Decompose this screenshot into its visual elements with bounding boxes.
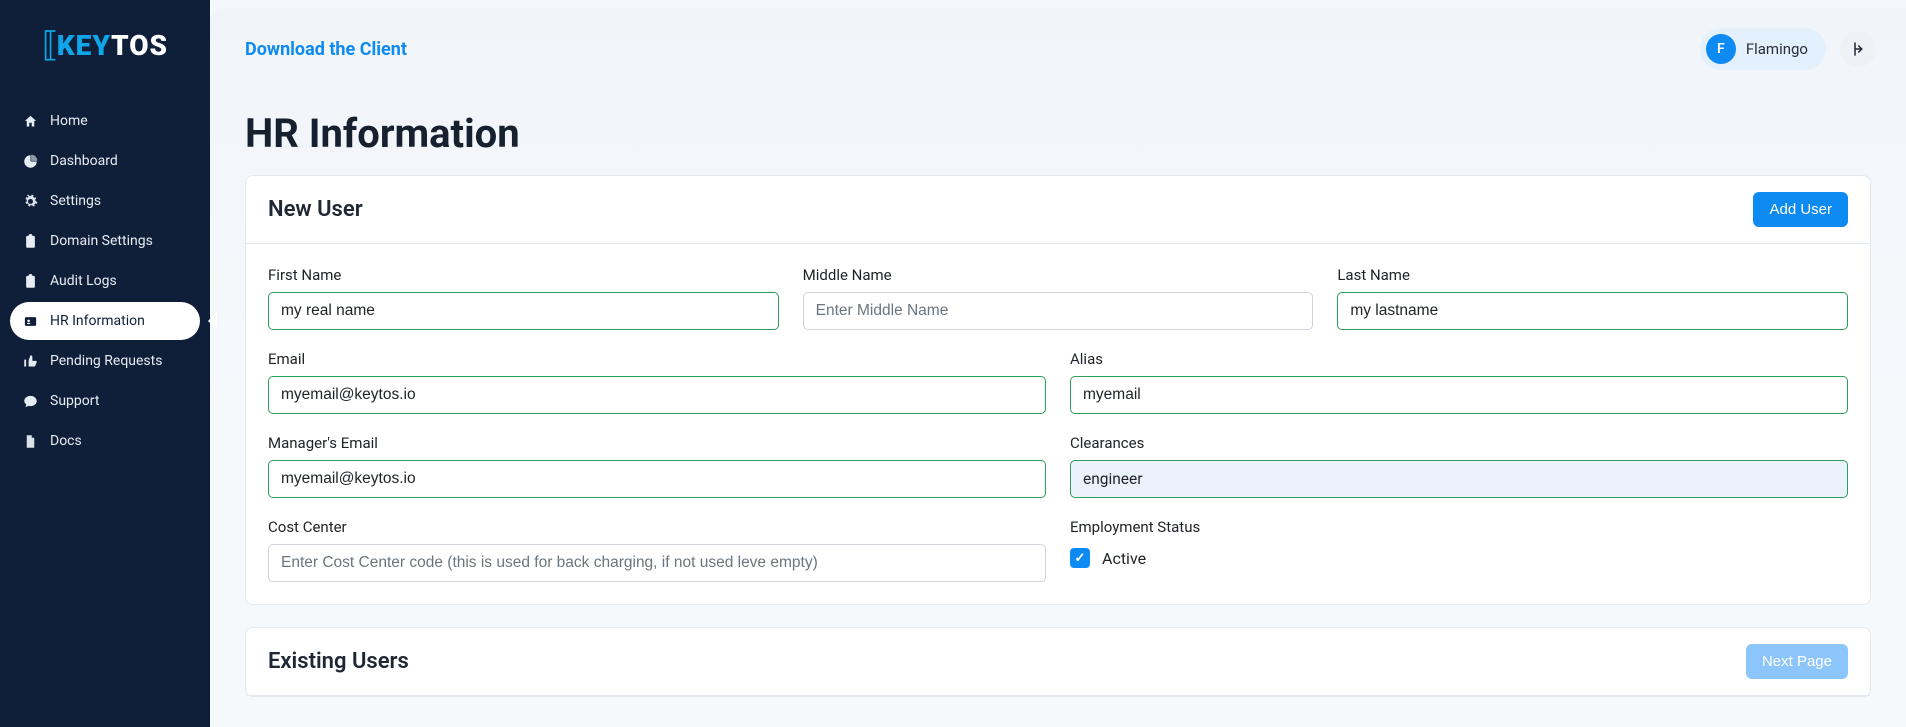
sidebar-item-docs[interactable]: Docs [10,422,200,460]
clipboard-icon [22,233,38,249]
thumbs-up-icon [22,353,38,369]
sidebar-item-label: Support [50,393,99,409]
sidebar-item-support[interactable]: Support [10,382,200,420]
sidebar-item-domain-settings[interactable]: Domain Settings [10,222,200,260]
topbar: Download the Client F Flamingo [210,8,1906,90]
sidebar-item-dashboard[interactable]: Dashboard [10,142,200,180]
avatar: F [1706,34,1736,64]
clearances-select[interactable]: engineer [1070,460,1848,498]
main-area: Download the Client F Flamingo HR Inform… [210,8,1906,727]
email-input[interactable] [268,376,1046,414]
sidebar-item-label: Dashboard [50,153,118,169]
brand-logo: ⟦ KEYTOS [0,0,210,95]
active-checkbox[interactable]: ✓ [1070,548,1090,568]
sidebar-item-settings[interactable]: Settings [10,182,200,220]
middle-name-input[interactable] [803,292,1314,330]
sidebar-item-home[interactable]: Home [10,102,200,140]
gear-icon [22,193,38,209]
brand-tos: TOS [111,29,168,62]
user-name: Flamingo [1746,40,1808,58]
next-page-button[interactable]: Next Page [1746,644,1848,679]
logout-button[interactable] [1840,31,1876,67]
clipboard-list-icon [22,273,38,289]
sidebar-item-label: Home [50,113,88,129]
employment-status-label: Employment Status [1070,518,1848,536]
active-label: Active [1102,549,1146,568]
file-icon [22,433,38,449]
clearances-value: engineer [1083,470,1143,488]
page-title: HR Information [245,110,1871,157]
sidebar: ⟦ KEYTOS Home Dashboard Setti [0,0,210,727]
sidebar-item-label: Docs [50,433,82,449]
pie-icon [22,153,38,169]
sidebar-item-audit-logs[interactable]: Audit Logs [10,262,200,300]
last-name-label: Last Name [1337,266,1848,284]
sidebar-item-label: HR Information [50,313,145,329]
new-user-title: New User [268,197,363,222]
home-icon [22,113,38,129]
clearances-label: Clearances [1070,434,1848,452]
sidebar-item-label: Domain Settings [50,233,153,249]
manager-email-input[interactable] [268,460,1046,498]
sidebar-item-label: Pending Requests [50,353,162,369]
id-card-icon [22,313,38,329]
first-name-label: First Name [268,266,779,284]
manager-email-label: Manager's Email [268,434,1046,452]
sidebar-item-hr-information[interactable]: HR Information [10,302,200,340]
new-user-card: New User Add User First Name Middle Name [245,175,1871,605]
sidebar-item-label: Settings [50,193,101,209]
chat-icon [22,393,38,409]
email-label: Email [268,350,1046,368]
alias-input[interactable] [1070,376,1848,414]
add-user-button[interactable]: Add User [1753,192,1848,227]
existing-users-title: Existing Users [268,649,409,674]
brand-key: KEY [57,29,111,62]
cost-center-label: Cost Center [268,518,1046,536]
existing-users-card: Existing Users Next Page [245,627,1871,697]
first-name-input[interactable] [268,292,779,330]
middle-name-label: Middle Name [803,266,1314,284]
download-client-link[interactable]: Download the Client [245,39,407,60]
last-name-input[interactable] [1337,292,1848,330]
alias-label: Alias [1070,350,1848,368]
user-chip[interactable]: F Flamingo [1700,28,1826,70]
cost-center-input[interactable] [268,544,1046,582]
check-icon: ✓ [1075,551,1086,566]
logout-icon [1849,40,1867,58]
sidebar-item-label: Audit Logs [50,273,117,289]
sidebar-item-pending-requests[interactable]: Pending Requests [10,342,200,380]
